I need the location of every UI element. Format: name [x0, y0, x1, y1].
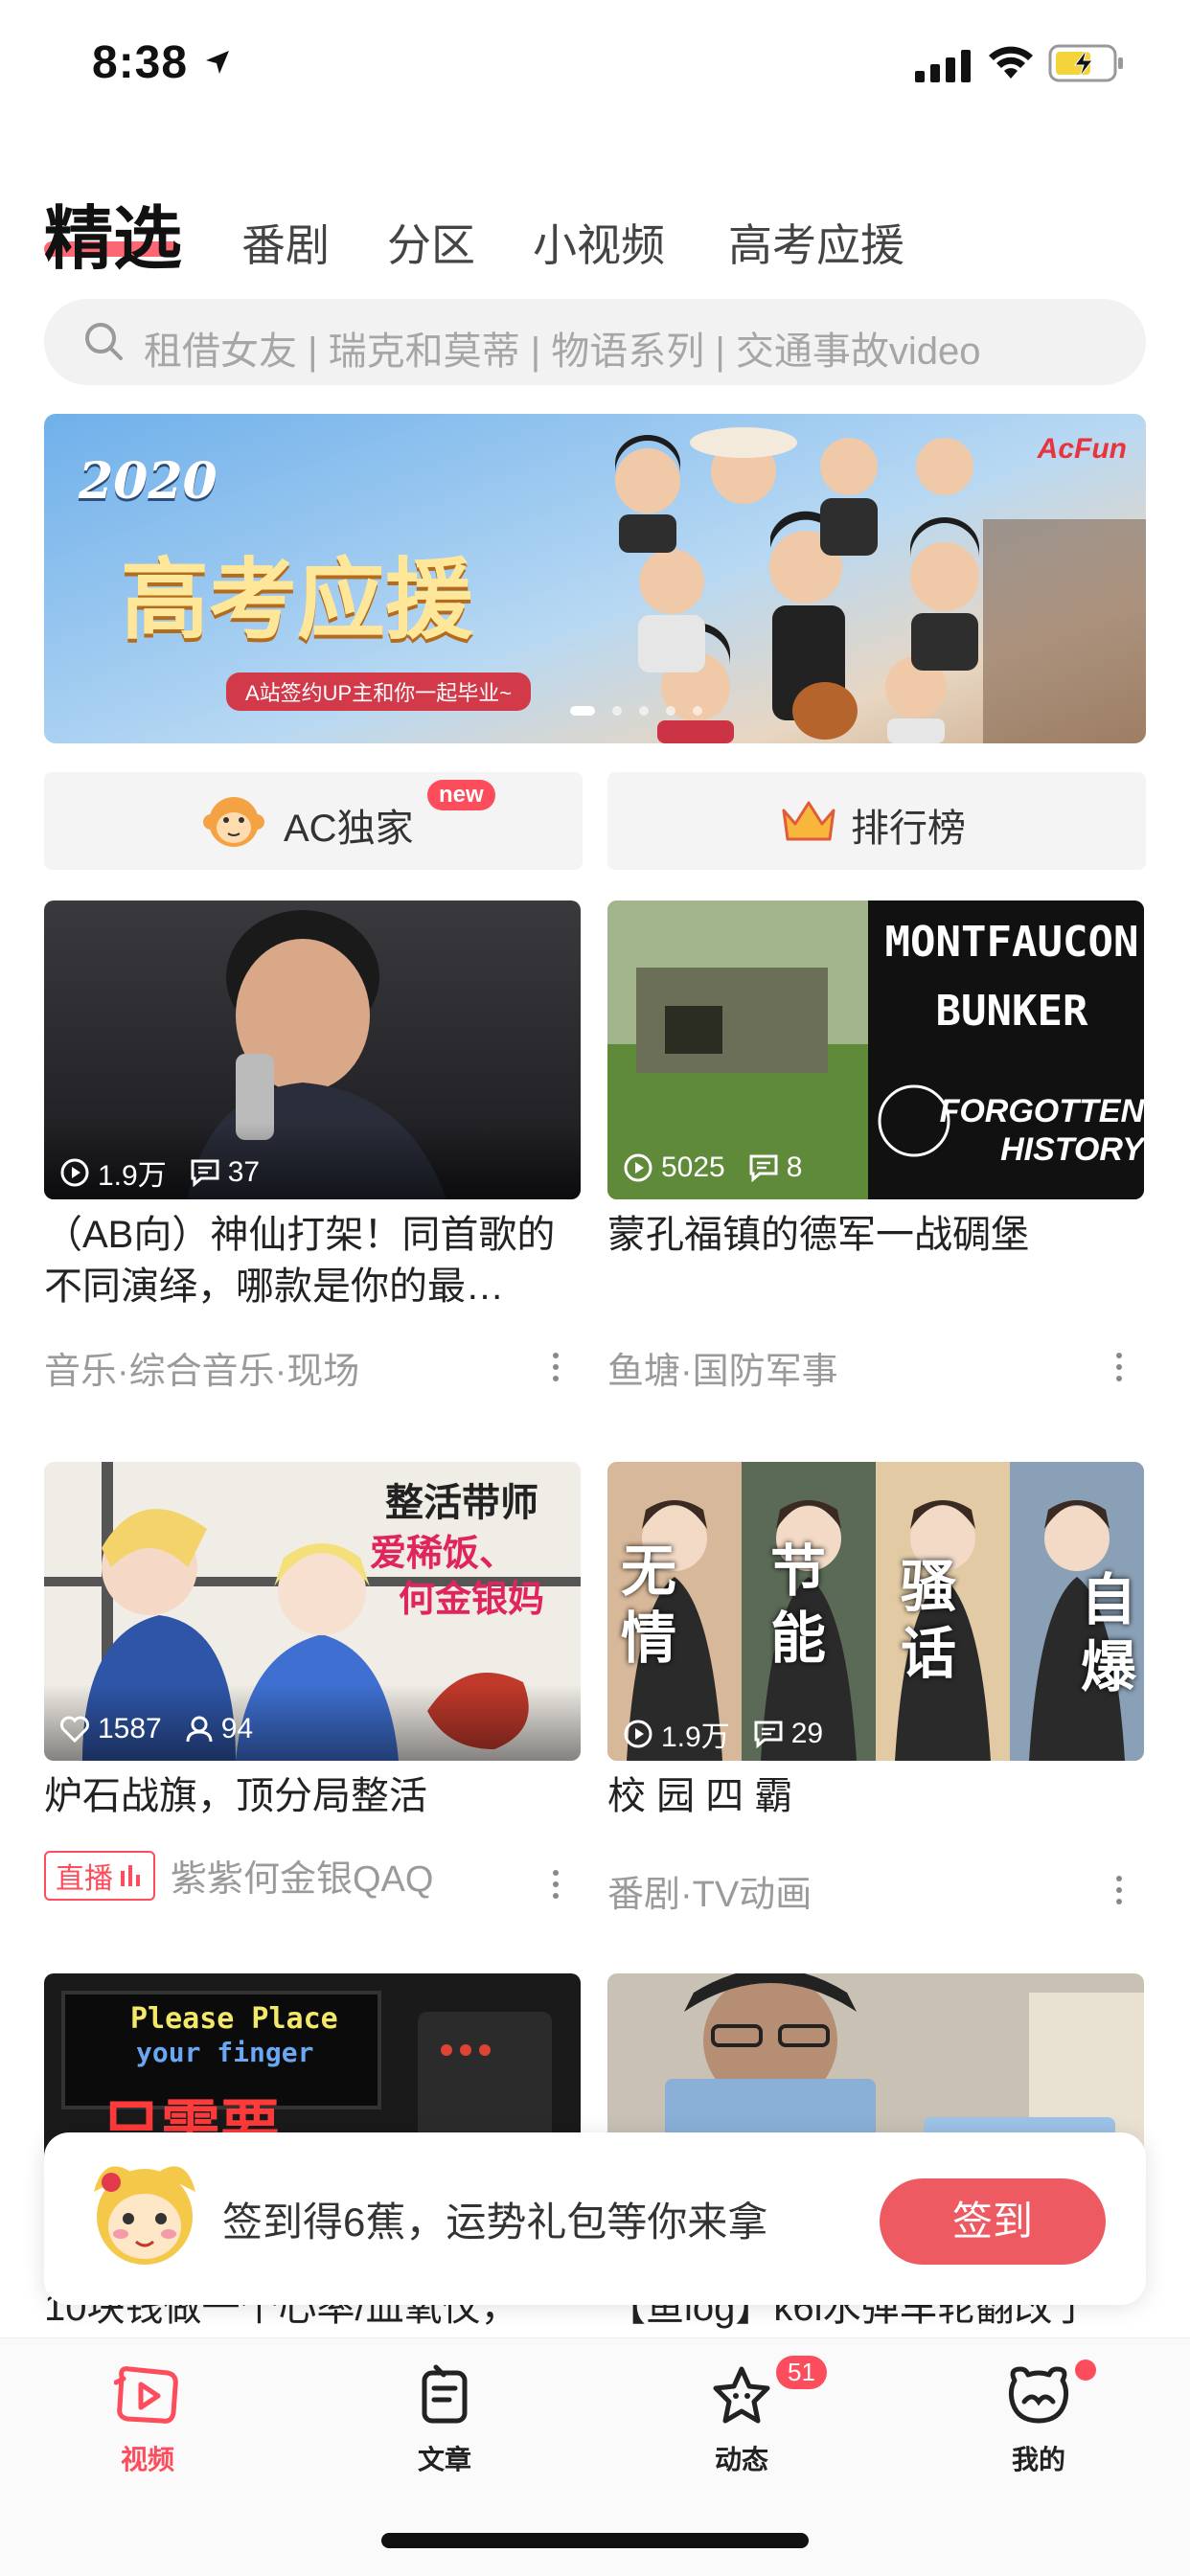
more-options-icon[interactable] — [546, 1864, 565, 1904]
banner-page-indicator — [561, 703, 711, 720]
mascot-icon — [94, 2166, 195, 2265]
video-card[interactable]: MONTFAUCON BUNKER FORGOTTEN HISTORY 5025… — [607, 900, 1144, 1392]
notification-dot — [1075, 2359, 1096, 2381]
star-icon — [713, 2366, 770, 2424]
nav-label: 我的 — [1011, 2445, 1065, 2474]
streamer-name: 紫紫何金银QAQ — [171, 1859, 434, 1900]
video-card[interactable]: 无情 节能 骚话 自爆 1.9万 29 校 园 四 霸 番剧·TV动画 — [607, 1462, 1144, 1915]
banner-subtitle: A站签约UP主和你一起毕业~ — [226, 672, 532, 711]
nav-label: 动态 — [714, 2445, 768, 2474]
ac-exclusive-button[interactable]: AC独家 new — [44, 772, 583, 870]
comment-icon — [749, 1154, 778, 1182]
checkin-button[interactable]: 签到 — [880, 2178, 1106, 2265]
more-options-icon[interactable] — [1110, 1870, 1129, 1910]
thumbnail-text: 无情 — [621, 1540, 677, 1670]
video-card[interactable]: 1.9万 37 （AB向）神仙打架！同首歌的不同演绎，哪款是你的最… 音乐·综合… — [44, 900, 581, 1392]
nav-feed[interactable]: 动态 51 — [665, 2356, 827, 2477]
video-card[interactable]: 整活带师 爱稀饭、 何金银妈 1587 94 炉石战旗，顶分局整活 直播 紫紫何… — [44, 1462, 581, 1901]
tab-featured[interactable]: 精选 — [44, 182, 182, 283]
tab-categories[interactable]: 分区 — [387, 211, 475, 274]
video-thumbnail: MONTFAUCON BUNKER FORGOTTEN HISTORY 5025… — [607, 900, 1144, 1199]
thumbnail-text: HISTORY — [1000, 1131, 1144, 1168]
monkey-icon — [203, 797, 264, 847]
thumbnail-text: 自爆 — [1081, 1569, 1137, 1698]
nav-article[interactable]: 文章 — [368, 2363, 521, 2477]
live-badge: 直播 — [44, 1850, 155, 1901]
nav-profile[interactable]: 我的 — [962, 2359, 1115, 2477]
status-time: 8:38 — [92, 37, 189, 88]
thumbnail-text: 节能 — [770, 1540, 827, 1670]
thumbnail-text: 爱稀饭、 — [370, 1534, 516, 1574]
view-count: 1.9万 — [98, 1160, 167, 1192]
ranking-button[interactable]: 排行榜 — [607, 772, 1146, 870]
video-thumbnail: 1.9万 37 — [44, 900, 581, 1199]
view-count: 1.9万 — [661, 1721, 730, 1753]
nav-label: 文章 — [417, 2445, 471, 2474]
cellular-signal-icon — [915, 50, 971, 82]
person-icon — [186, 1716, 213, 1743]
view-count: 5025 — [661, 1151, 725, 1183]
home-indicator — [381, 2533, 809, 2548]
watcher-count: 94 — [220, 1713, 254, 1744]
article-icon — [422, 2364, 468, 2424]
video-meta: 音乐·综合音乐·现场 — [44, 1352, 360, 1392]
video-title: （AB向）神仙打架！同首歌的不同演绎，哪款是你的最… — [44, 1214, 556, 1308]
play-count-icon — [624, 1153, 652, 1182]
search-icon — [85, 323, 123, 360]
play-count-icon — [624, 1720, 652, 1748]
tab-short-video[interactable]: 小视频 — [533, 211, 665, 274]
thumbnail-text: your finger — [136, 2037, 314, 2068]
thumbnail-text: 整活带师 — [385, 1482, 538, 1524]
thumbnail-text: MONTFAUCON — [884, 918, 1139, 967]
tab-gaokao[interactable]: 高考应援 — [728, 211, 904, 274]
video-icon — [113, 2366, 178, 2424]
banner-year: 2020 — [79, 452, 217, 511]
video-title: 校 园 四 霸 — [607, 1775, 793, 1817]
banner-title: 高考应援 — [121, 548, 474, 651]
crown-icon — [782, 801, 835, 841]
notification-badge: 51 — [776, 2356, 827, 2389]
profile-icon — [1008, 2366, 1069, 2424]
battery-charging-icon — [1048, 44, 1123, 82]
thumbnail-text: 骚话 — [901, 1556, 957, 1685]
ac-exclusive-label: AC独家 — [284, 808, 414, 850]
live-bars-icon — [121, 1864, 140, 1886]
comment-count: 8 — [786, 1151, 803, 1183]
nav-video[interactable]: 视频 — [71, 2363, 224, 2477]
comment-count: 29 — [790, 1718, 824, 1749]
comment-icon — [191, 1159, 219, 1187]
checkin-banner[interactable]: 签到得6蕉，运势礼包等你来拿 签到 — [44, 2132, 1146, 2305]
comment-icon — [754, 1721, 783, 1748]
search-bar[interactable]: 租借女友 | 瑞克和莫蒂 | 物语系列 | 交通事故video — [44, 299, 1146, 385]
like-count: 1587 — [98, 1713, 162, 1744]
video-thumbnail: 无情 节能 骚话 自爆 1.9万 29 — [607, 1462, 1144, 1761]
ranking-label: 排行榜 — [851, 808, 966, 850]
location-arrow-icon — [206, 51, 229, 74]
video-meta: 番剧·TV动画 — [607, 1875, 812, 1915]
thumbnail-text: BUNKER — [935, 987, 1088, 1036]
more-options-icon[interactable] — [1110, 1347, 1129, 1387]
promo-banner[interactable]: 2020 高考应援 A站签约UP主和你一起毕业~ AcFun — [44, 414, 1146, 743]
heart-icon — [60, 1716, 89, 1744]
video-title: 蒙孔福镇的德军一战碉堡 — [607, 1214, 1029, 1256]
play-count-icon — [60, 1158, 89, 1187]
new-badge: new — [427, 780, 495, 810]
comment-count: 37 — [227, 1156, 261, 1188]
more-options-icon[interactable] — [546, 1347, 565, 1387]
acfun-logo: AcFun — [1037, 433, 1127, 465]
thumbnail-text: Please Place — [130, 2002, 338, 2036]
nav-label: 视频 — [120, 2445, 174, 2474]
wifi-icon — [989, 46, 1033, 79]
thumbnail-text: 何金银妈 — [399, 1580, 545, 1620]
search-placeholder: 租借女友 | 瑞克和莫蒂 | 物语系列 | 交通事故video — [144, 331, 981, 373]
checkin-message: 签到得6蕉，运势礼包等你来拿 — [222, 2200, 768, 2245]
thumbnail-text: FORGOTTEN — [939, 1093, 1144, 1129]
video-thumbnail: 整活带师 爱稀饭、 何金银妈 1587 94 — [44, 1462, 581, 1761]
tab-anime[interactable]: 番剧 — [241, 211, 330, 274]
video-title: 炉石战旗，顶分局整活 — [44, 1775, 427, 1817]
video-meta: 鱼塘·国防军事 — [607, 1352, 838, 1392]
